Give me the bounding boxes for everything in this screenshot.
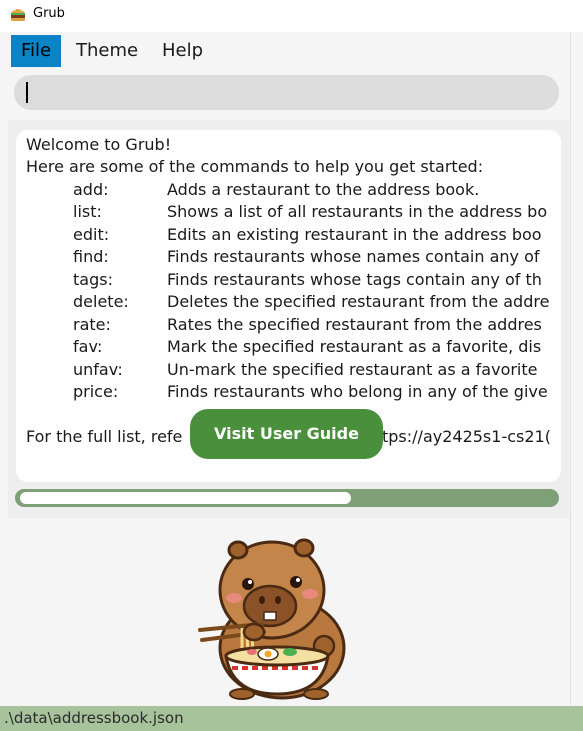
burger-icon [11,8,25,21]
horizontal-scrollbar[interactable] [15,489,559,507]
command-name: fav: [73,337,103,356]
command-desc: Deletes the specified restaurant from th… [167,292,550,311]
command-name: list: [73,202,102,221]
footer-text-left: For the full list, refe [26,427,183,446]
status-bar: .\data\addressbook.json [0,706,583,731]
intro-text: Here are some of the commands to help yo… [26,157,484,176]
menu-theme[interactable]: Theme [66,35,148,67]
command-name: unfav: [73,360,123,379]
command-desc: Edits an existing restaurant in the addr… [167,225,542,244]
app-window: Grub File Theme Help Welcome to Grub! He… [0,0,583,731]
capybara-ramen-mascot [198,538,346,700]
command-desc: Un-mark the specified restaurant as a fa… [167,360,538,379]
command-name: edit: [73,225,110,244]
command-desc: Finds restaurants who belong in any of t… [167,382,548,401]
command-name: delete: [73,292,129,311]
menu-file[interactable]: File [11,35,62,67]
title-bar: Grub [0,0,583,32]
command-input[interactable] [14,75,559,110]
welcome-text: Welcome to Grub! [26,135,172,154]
command-name: find: [73,247,109,266]
command-desc: Rates the specified restaurant from the … [167,315,542,334]
command-desc: Finds restaurants whose names contain an… [167,247,540,266]
menu-bar: File Theme Help [0,32,583,70]
text-caret [26,82,28,103]
command-desc: Shows a list of all restaurants in the a… [167,202,548,221]
mascot-panel [0,518,583,706]
menu-help[interactable]: Help [152,35,213,67]
data-file-path: .\data\addressbook.json [4,709,184,727]
vertical-divider [570,32,571,706]
command-name: add: [73,180,109,199]
window-title: Grub [33,6,65,21]
visit-user-guide-button[interactable]: Visit User Guide [190,409,383,459]
command-desc: Finds restaurants whose tags contain any… [167,270,542,289]
command-name: rate: [73,315,111,334]
scrollbar-thumb[interactable] [20,492,351,504]
footer-text-right: tps://ay2425s1-cs21( [382,427,551,446]
result-display: Welcome to Grub! Here are some of the co… [16,130,561,482]
command-name: tags: [73,270,113,289]
command-desc: Mark the specified restaurant as a favor… [167,337,542,356]
command-desc: Adds a restaurant to the address book. [167,180,480,199]
command-name: price: [73,382,119,401]
